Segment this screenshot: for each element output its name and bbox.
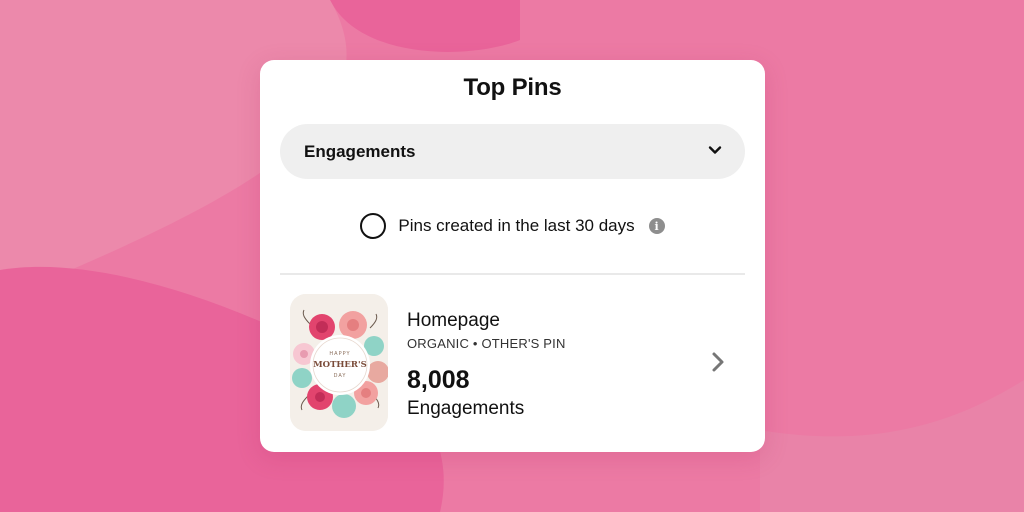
- pin-name: Homepage: [407, 310, 500, 331]
- pin-metric-label: Engagements: [407, 398, 525, 419]
- thumbnail-text-line2: MOTHER'S: [313, 360, 366, 370]
- pin-thumbnail: HAPPY MOTHER'S DAY: [290, 294, 388, 431]
- info-icon[interactable]: i: [648, 218, 665, 234]
- metric-dropdown[interactable]: Engagements: [280, 124, 745, 179]
- chevron-right-icon[interactable]: [709, 350, 727, 374]
- mothers-day-pin-image: HAPPY MOTHER'S DAY: [290, 294, 388, 431]
- recent-pins-filter: Pins created in the last 30 days i: [260, 212, 765, 240]
- recent-pins-radio[interactable]: [360, 213, 387, 239]
- top-pins-card: Top Pins Engagements Pins created in the…: [260, 60, 765, 452]
- pin-list-item[interactable]: HAPPY MOTHER'S DAY Homepage ORGANIC • OT…: [280, 292, 745, 432]
- pin-meta: ORGANIC • OTHER'S PIN: [407, 336, 566, 351]
- thumbnail-text-line3: DAY: [334, 373, 347, 379]
- thumbnail-text-line1: HAPPY: [329, 351, 350, 357]
- card-title: Top Pins: [463, 74, 562, 101]
- divider: [280, 273, 745, 275]
- metric-dropdown-value: Engagements: [304, 142, 416, 161]
- pin-value: 8,008: [407, 366, 470, 394]
- chevron-down-icon: [708, 146, 722, 154]
- recent-pins-label: Pins created in the last 30 days: [398, 216, 635, 235]
